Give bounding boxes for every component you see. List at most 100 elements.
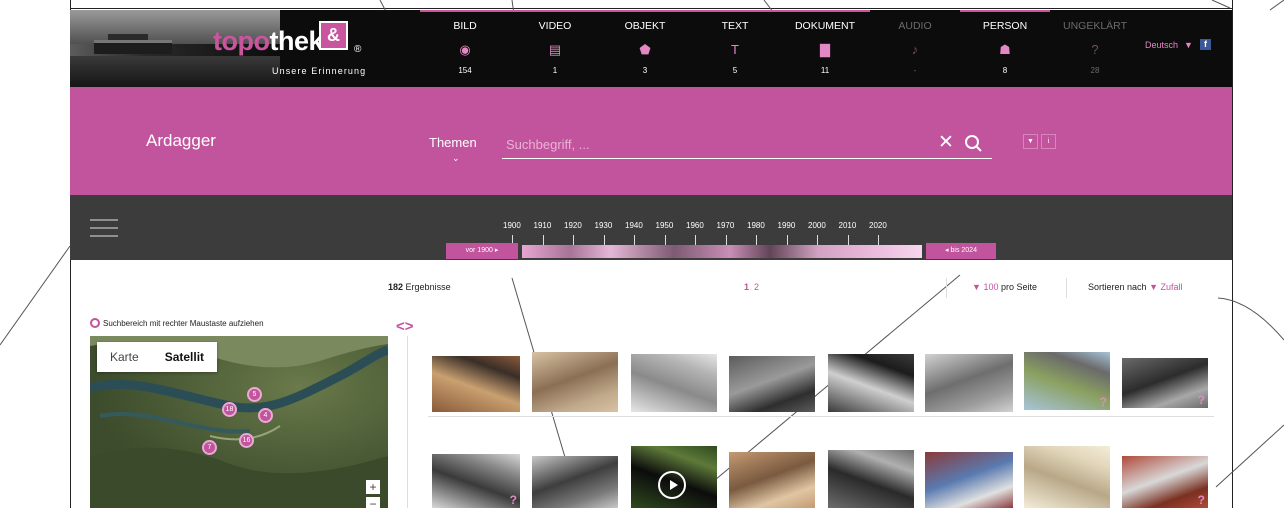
map-type-karte[interactable]: Karte bbox=[97, 342, 152, 372]
category-tab-4[interactable]: TEXT T 5 bbox=[690, 10, 780, 87]
category-tab-3[interactable]: OBJEKT ⬟ 3 bbox=[600, 10, 690, 87]
topothek-logo-mark-icon[interactable]: & bbox=[319, 21, 348, 50]
chevron-down-icon: ▼ bbox=[1184, 40, 1193, 50]
thumb-church-postcard[interactable] bbox=[925, 354, 1013, 412]
timeline-year-label: 1930 bbox=[594, 221, 613, 230]
topothek-logo[interactable]: topothek bbox=[213, 26, 324, 57]
timeline-tick bbox=[634, 235, 635, 245]
topothek-page: topothek & ® Unsere Erinnerung BILD ◉ 154 V… bbox=[0, 0, 1284, 508]
unresolved-question-icon: ? bbox=[1197, 493, 1205, 507]
timeline-year-label: 1940 bbox=[625, 221, 643, 230]
target-icon bbox=[90, 318, 100, 328]
timeline-year-label: 1960 bbox=[686, 221, 704, 230]
thumb-wedding-group[interactable]: ? bbox=[432, 454, 520, 508]
timeline-year-label: 2010 bbox=[838, 221, 857, 230]
timeline-tick bbox=[786, 235, 788, 245]
timeline-tick bbox=[756, 235, 757, 245]
timeline-track[interactable] bbox=[522, 245, 922, 258]
map-selection-hint: Suchbereich mit rechter Maustaste aufzie… bbox=[90, 318, 264, 328]
category-tab-6[interactable]: AUDIO ♪ - bbox=[870, 10, 960, 87]
category-count: 3 bbox=[642, 66, 648, 75]
result-count: 182 Ergebnisse bbox=[388, 282, 451, 292]
language-selector[interactable]: Deutsch ▼ bbox=[1145, 40, 1193, 50]
themen-dropdown[interactable]: Themen bbox=[429, 135, 477, 150]
timeline-bar: 1900 1910 1920 1930 1940 1950 1960 1970 1980 1990… bbox=[70, 195, 1232, 260]
category-tab-7[interactable]: PERSON ☗ 8 bbox=[960, 10, 1050, 87]
timeline-year-label: 1950 bbox=[655, 221, 674, 230]
map-cluster-marker[interactable]: 4 bbox=[258, 408, 273, 423]
thumb-festival-group[interactable]: ? bbox=[1122, 456, 1208, 508]
search-options-button[interactable]: ▼ bbox=[1023, 134, 1038, 149]
timeline-year-label: 1990 bbox=[777, 221, 796, 230]
map-cluster-marker[interactable]: 7 bbox=[202, 440, 217, 455]
map-view[interactable]: Karte Satellit 5 18 4 16 7 + − bbox=[90, 336, 388, 508]
object-icon: ⬟ bbox=[639, 42, 651, 57]
category-tab-2[interactable]: VIDEO ▤ 1 bbox=[510, 10, 600, 87]
category-tab-8[interactable]: UNGEKLÄRT? 28 bbox=[1050, 10, 1140, 87]
search-icon[interactable] bbox=[964, 133, 983, 155]
facebook-icon[interactable]: f bbox=[1200, 39, 1211, 50]
document-icon: ▇ bbox=[820, 42, 830, 57]
category-count: 154 bbox=[458, 66, 472, 75]
category-label: DOKUMENT bbox=[794, 20, 856, 32]
map-type-satellit[interactable]: Satellit bbox=[152, 342, 217, 372]
thumb-wayside-shrine[interactable]: ? bbox=[1024, 352, 1110, 410]
thumb-group-work-scene[interactable] bbox=[432, 356, 520, 412]
timeline-tick bbox=[878, 235, 879, 245]
sort-selector[interactable]: Sortieren nach ▼ Zufall bbox=[1088, 282, 1183, 292]
timeline-tick bbox=[573, 235, 574, 245]
category-tab-1[interactable]: BILD ◉ 154 bbox=[420, 10, 510, 87]
thumb-sepia-yard[interactable] bbox=[532, 352, 618, 412]
thumbnail-row-divider bbox=[428, 416, 1214, 417]
category-count: - bbox=[913, 66, 917, 75]
thumb-street-village[interactable] bbox=[631, 354, 717, 412]
thumb-men-group[interactable] bbox=[532, 456, 618, 508]
page-link-2[interactable]: 2 bbox=[754, 282, 759, 292]
thumb-tractor-sepia[interactable] bbox=[729, 452, 815, 508]
thumb-interior-bw[interactable] bbox=[828, 450, 914, 508]
info-button[interactable]: i bbox=[1041, 134, 1056, 149]
place-title: Ardagger bbox=[146, 131, 216, 150]
map-cluster-marker[interactable]: 18 bbox=[222, 402, 237, 417]
timeline-tick bbox=[817, 235, 818, 245]
play-icon[interactable] bbox=[658, 471, 686, 499]
menu-hamburger-icon[interactable] bbox=[90, 219, 118, 243]
site-header: topothek & ® Unsere Erinnerung BILD ◉ 154 V… bbox=[70, 10, 1232, 87]
question-icon: ? bbox=[1091, 42, 1099, 57]
frame-line-right bbox=[1232, 0, 1233, 508]
map-divider bbox=[407, 336, 408, 508]
thumb-document-page[interactable] bbox=[1024, 446, 1110, 508]
category-label: UNGEKLÄRT bbox=[1063, 20, 1127, 32]
map-collapse-toggle[interactable]: <> bbox=[396, 318, 414, 335]
timeline-tick bbox=[664, 235, 666, 245]
timeline-start-handle[interactable]: vor 1900 ▸ bbox=[446, 243, 518, 259]
zoom-out-button[interactable]: − bbox=[366, 497, 380, 508]
timeline-end-handle[interactable]: ◂ bis 2024 bbox=[926, 243, 996, 259]
timeline-year-label: 1920 bbox=[564, 221, 582, 230]
thumb-group-photo-bw[interactable]: ? bbox=[1122, 358, 1208, 408]
per-page-selector[interactable]: ▼ 100 pro Seite bbox=[972, 282, 1037, 292]
search-input[interactable] bbox=[502, 131, 992, 159]
thumb-house-trees[interactable] bbox=[828, 354, 914, 412]
map-cluster-marker[interactable]: 5 bbox=[247, 387, 262, 402]
logo-tagline: Unsere Erinnerung bbox=[272, 66, 367, 76]
clear-search-icon[interactable]: ✕ bbox=[938, 131, 954, 154]
category-label: PERSON bbox=[982, 20, 1028, 32]
timeline-year-label: 1910 bbox=[533, 221, 552, 230]
thumb-video-forest[interactable] bbox=[631, 446, 717, 508]
timeline-tick bbox=[695, 235, 696, 245]
person-icon: ☗ bbox=[999, 42, 1011, 57]
category-count: 8 bbox=[1002, 66, 1008, 75]
category-label: OBJEKT bbox=[624, 20, 666, 32]
category-count: 11 bbox=[820, 66, 830, 75]
audio-icon: ♪ bbox=[911, 42, 919, 57]
timeline-tick bbox=[603, 235, 605, 245]
map-cluster-marker[interactable]: 16 bbox=[239, 433, 254, 448]
thumb-band-group[interactable] bbox=[925, 452, 1013, 508]
zoom-in-button[interactable]: + bbox=[366, 480, 380, 494]
themen-chevron-icon[interactable]: ⌄ bbox=[452, 153, 460, 164]
thumb-aerial-view[interactable] bbox=[729, 356, 815, 412]
page-link-1[interactable]: 1 bbox=[744, 282, 749, 292]
search-band: Ardagger Themen ⌄ ✕ ▼ i bbox=[70, 87, 1232, 195]
category-tab-5[interactable]: DOKUMENT ▇ 11 bbox=[780, 10, 870, 87]
